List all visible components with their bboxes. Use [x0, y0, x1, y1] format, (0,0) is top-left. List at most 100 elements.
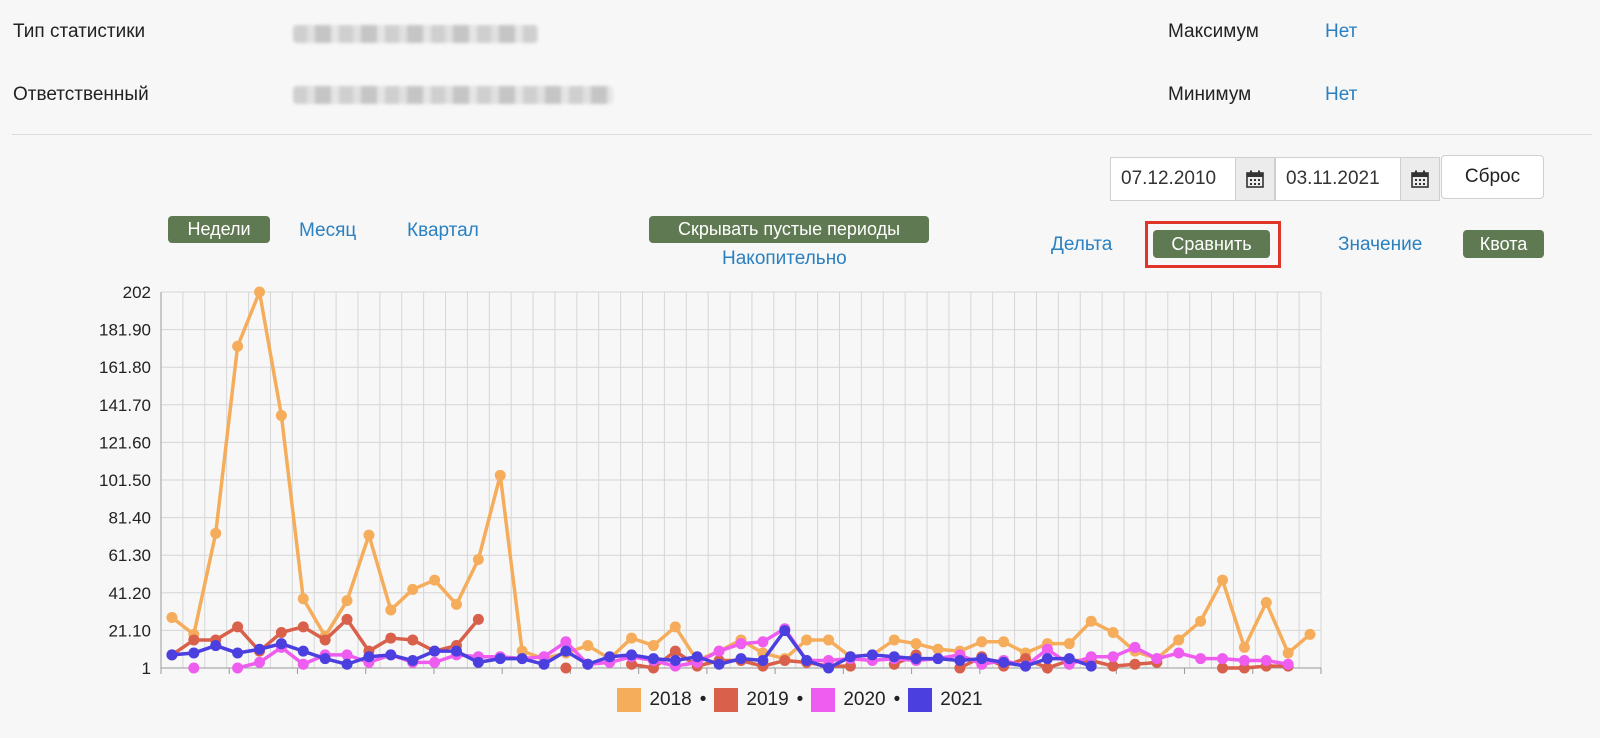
series-2020-point: [253, 656, 265, 668]
series-2021-point: [669, 655, 681, 667]
calendar-icon: [1246, 170, 1264, 188]
series-2021-point: [319, 653, 331, 665]
series-2021-point: [604, 651, 616, 663]
legend-separator: •: [893, 689, 901, 710]
series-2018-point: [210, 527, 222, 539]
y-tick-label: 61.30: [108, 546, 151, 565]
max-value-link[interactable]: Нет: [1325, 21, 1357, 43]
series-2018-point: [275, 409, 287, 421]
series-2019-point: [1107, 660, 1119, 672]
legend-swatch: [908, 688, 933, 712]
series-2021-point: [998, 656, 1010, 668]
series-2021-point: [407, 655, 419, 667]
min-value-link[interactable]: Нет: [1325, 84, 1357, 106]
series-2018-point: [494, 469, 506, 481]
series-2021-point: [538, 658, 550, 670]
stat-type-value-redacted: [293, 25, 538, 43]
series-2021-point: [691, 651, 703, 663]
series-2021-point: [647, 653, 659, 665]
series-2020-point: [1195, 653, 1207, 665]
series-2018-point: [976, 636, 988, 648]
legend-swatch: [811, 688, 836, 712]
series-2021-point: [385, 649, 397, 661]
series-2019-point: [407, 634, 419, 646]
series-2018-point: [1217, 574, 1229, 586]
series-2018-point: [647, 640, 659, 652]
date-from-calendar-button[interactable]: [1235, 157, 1275, 201]
legend-label: 2020: [843, 689, 886, 710]
series-2019-point: [669, 645, 681, 657]
y-tick-label: 1: [142, 659, 151, 678]
series-2021-point: [713, 658, 725, 670]
series-2018-point: [1238, 641, 1250, 653]
series-2020-point: [341, 649, 353, 661]
legend-item-2021[interactable]: 2021: [908, 688, 983, 712]
series-2018-point: [1085, 615, 1097, 627]
y-tick-label: 121.60: [99, 433, 151, 452]
month-link[interactable]: Месяц: [299, 220, 356, 242]
series-2021-point: [1085, 660, 1097, 672]
series-2021-point: [757, 655, 769, 667]
series-2021-point: [1063, 653, 1075, 665]
series-2021-point: [954, 655, 966, 667]
legend-item-2020[interactable]: 2020: [811, 688, 886, 712]
y-tick-label: 161.80: [99, 358, 151, 377]
date-to-group: [1275, 157, 1440, 201]
quota-button[interactable]: Квота: [1463, 230, 1544, 258]
series-2019-line: [1222, 664, 1289, 670]
stat-type-label: Тип статистики: [13, 21, 146, 42]
series-2018-point: [1107, 626, 1119, 638]
series-2020-point: [232, 662, 244, 674]
series-2018-point: [998, 636, 1010, 648]
series-2018-point: [385, 604, 397, 616]
series-2018-point: [582, 640, 594, 652]
series-2021-point: [910, 653, 922, 665]
series-2021-point: [866, 649, 878, 661]
value-link[interactable]: Значение: [1338, 234, 1422, 256]
series-2019-point: [188, 634, 200, 646]
series-2018-point: [932, 643, 944, 655]
responsible-value-redacted: [293, 86, 613, 104]
legend-item-2018[interactable]: 2018: [617, 688, 692, 712]
series-2021-point: [341, 658, 353, 670]
y-tick-label: 181.90: [99, 321, 151, 340]
series-2019-point: [472, 613, 484, 625]
series-2021-point: [626, 649, 638, 661]
series-2021-point: [253, 643, 265, 655]
series-2021-point: [1020, 660, 1032, 672]
reset-button[interactable]: Сброс: [1441, 155, 1544, 199]
quarter-link[interactable]: Квартал: [407, 220, 479, 242]
series-2020-point: [1260, 655, 1272, 667]
series-2018-point: [450, 598, 462, 610]
series-2018-point: [823, 634, 835, 646]
date-to-input[interactable]: [1275, 157, 1400, 201]
y-tick-label: 202: [123, 283, 151, 302]
legend-label: 2021: [940, 689, 983, 710]
date-from-input[interactable]: [1110, 157, 1235, 201]
weeks-button[interactable]: Недели: [168, 216, 270, 243]
series-2021-point: [888, 651, 900, 663]
series-2021-point: [275, 638, 287, 650]
series-2021-point: [363, 651, 375, 663]
hide-empty-periods-button[interactable]: Скрывать пустые периоды: [649, 216, 929, 243]
series-2018-point: [669, 621, 681, 633]
legend-item-2019[interactable]: 2019: [714, 688, 789, 712]
cumulative-link[interactable]: Накопительно: [722, 248, 847, 270]
series-2021-point: [297, 645, 309, 657]
series-2021-point: [560, 645, 572, 657]
compare-button[interactable]: Сравнить: [1153, 230, 1270, 258]
series-2020-point: [1282, 658, 1294, 670]
series-2021-point: [779, 625, 791, 637]
series-2019-point: [232, 621, 244, 633]
series-2021-point: [1041, 653, 1053, 665]
series-2020-point: [1107, 651, 1119, 663]
section-divider: [12, 134, 1592, 135]
series-2018-point: [888, 634, 900, 646]
series-2021-point: [516, 653, 528, 665]
y-tick-label: 21.10: [108, 621, 151, 640]
max-label: Максимум: [1168, 21, 1259, 42]
date-to-calendar-button[interactable]: [1400, 157, 1440, 201]
delta-link[interactable]: Дельта: [1051, 234, 1112, 256]
series-2021-point: [450, 645, 462, 657]
series-2020-point: [1085, 651, 1097, 663]
